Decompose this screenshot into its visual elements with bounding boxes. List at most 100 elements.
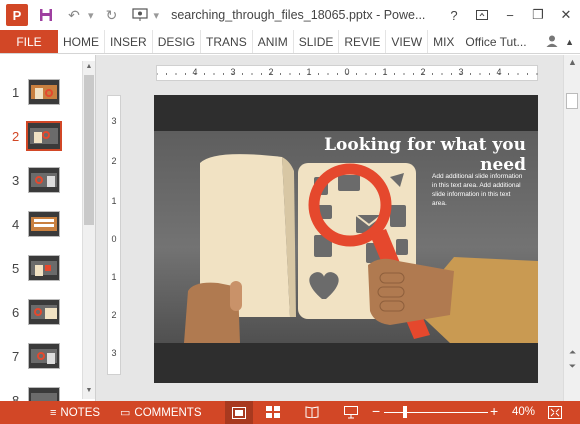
vertical-ruler: 3 2 1 0 1 2 3 [107, 95, 121, 375]
zoom-slider[interactable] [384, 412, 488, 413]
slide-thumbnail-7[interactable]: 7 [0, 343, 84, 383]
title-bar: P ↶ ▾ ↻ ▾ searching_through_files_18065.… [0, 0, 580, 30]
slide-thumbnail-5[interactable]: 5 [0, 255, 84, 295]
thumbnail-image[interactable] [28, 387, 60, 401]
ruler-label: 1 [382, 67, 388, 77]
ruler-label: 4 [192, 67, 198, 77]
ruler-label: 0 [344, 67, 350, 77]
ribbon-tabs: FILE HOME INSER DESIG TRANS ANIM SLIDE R… [0, 30, 580, 54]
tab-view[interactable]: VIEW [386, 30, 429, 53]
collapse-ribbon-icon[interactable]: ▲ [565, 37, 574, 47]
ruler-label: 3 [458, 67, 464, 77]
slide-title[interactable]: Looking for what you need [294, 135, 526, 175]
comments-label: COMMENTS [134, 406, 202, 419]
next-slide-icon[interactable]: ⏷ [567, 361, 578, 372]
ruler-label: 2 [268, 67, 274, 77]
thumbnail-image[interactable] [28, 167, 60, 193]
scroll-up-icon[interactable]: ▲ [567, 57, 578, 67]
slide-thumbnail-1[interactable]: 1 [0, 79, 84, 119]
reading-view-icon[interactable] [305, 406, 319, 421]
ruler-label: 1 [111, 196, 117, 206]
slide-show-icon[interactable] [344, 406, 358, 422]
scroll-up-icon[interactable]: ▲ [84, 61, 94, 73]
slide-number: 7 [12, 349, 20, 364]
undo-icon[interactable]: ↶ [64, 5, 84, 25]
ribbon-display-options-icon[interactable] [468, 0, 496, 30]
slide-body-text[interactable]: Add additional slide information in this… [432, 172, 524, 208]
tab-review[interactable]: REVIE [339, 30, 387, 53]
zoom-slider-thumb[interactable] [402, 406, 407, 418]
customize-toolbar-icon[interactable]: ▾ [154, 9, 160, 22]
tab-insert[interactable]: INSER [105, 30, 153, 53]
notes-icon: ≡ [50, 406, 57, 419]
thumbnail-image[interactable] [26, 121, 62, 151]
slide-number: 5 [12, 261, 20, 276]
slide-number: 2 [12, 129, 20, 144]
tab-mix[interactable]: MIX [428, 30, 459, 53]
slide-canvas[interactable]: Looking for what you need Add additional… [154, 95, 538, 383]
ruler-label: 1 [111, 272, 117, 282]
zoom-in-button[interactable]: + [490, 403, 498, 419]
ruler-label: 2 [111, 310, 117, 320]
fit-slide-icon[interactable] [548, 406, 562, 422]
scrollbar-thumb[interactable] [84, 75, 94, 225]
thumbnail-image[interactable] [28, 343, 60, 369]
ruler-label: 3 [111, 116, 117, 126]
slide-thumbnail-2[interactable]: 2 [0, 121, 84, 163]
slide-thumbnail-3[interactable]: 3 [0, 167, 84, 207]
powerpoint-window: P ↶ ▾ ↻ ▾ searching_through_files_18065.… [0, 0, 580, 424]
zoom-level[interactable]: 40% [512, 406, 535, 418]
normal-view-icon[interactable] [225, 401, 253, 424]
thumbnail-scrollbar[interactable]: ▲ ▼ [82, 61, 95, 399]
powerpoint-logo-icon[interactable]: P [6, 4, 28, 26]
slide-scrollbar[interactable]: ▲ ⏶ ⏷ [563, 55, 580, 401]
scrollbar-thumb[interactable] [566, 93, 578, 109]
slide-number: 8 [12, 393, 20, 401]
account-name[interactable]: Office Tut... [465, 30, 526, 53]
ruler-label: 2 [111, 156, 117, 166]
slide-number: 4 [12, 217, 20, 232]
ruler-label: 3 [230, 67, 236, 77]
ruler-label: 4 [496, 67, 502, 77]
scroll-down-icon[interactable]: ▼ [84, 385, 94, 397]
ruler-label: 0 [111, 234, 117, 244]
thumbnail-image[interactable] [28, 299, 60, 325]
slide-thumbnail-8[interactable]: 8 [0, 387, 84, 401]
slide-thumbnail-4[interactable]: 4 [0, 211, 84, 251]
workspace: 1 2 3 4 5 6 7 8 ▲ ▼ 4 3 2 1 0 1 2 3 4 3 … [0, 55, 580, 401]
tab-slide-show[interactable]: SLIDE [294, 30, 340, 53]
slide-sorter-icon[interactable] [266, 406, 280, 421]
slide-thumbnail-6[interactable]: 6 [0, 299, 84, 339]
tab-animations[interactable]: ANIM [253, 30, 294, 53]
tab-home[interactable]: HOME [58, 30, 105, 53]
notes-button[interactable]: ≡ NOTES [50, 407, 100, 419]
slide-thumbnail-pane: 1 2 3 4 5 6 7 8 ▲ ▼ [0, 55, 96, 401]
comment-icon: ▭ [120, 407, 131, 419]
previous-slide-icon[interactable]: ⏶ [567, 347, 578, 358]
restore-button[interactable]: ❐ [524, 0, 552, 30]
user-icon[interactable] [545, 34, 559, 51]
document-title: searching_through_files_18065.pptx - Pow… [171, 8, 426, 22]
notes-label: NOTES [60, 406, 101, 419]
tab-transitions[interactable]: TRANS [201, 30, 253, 53]
slide-number: 1 [12, 85, 20, 100]
status-bar: ≡ NOTES ▭ COMMENTS − + 40% [0, 401, 580, 424]
thumbnail-image[interactable] [28, 79, 60, 105]
save-icon[interactable] [36, 5, 56, 25]
tab-design[interactable]: DESIG [153, 30, 202, 53]
thumbnail-image[interactable] [28, 255, 60, 281]
slide-number: 3 [12, 173, 20, 188]
help-icon[interactable]: ? [440, 0, 468, 30]
comments-button[interactable]: ▭ COMMENTS [120, 406, 202, 420]
tab-file[interactable]: FILE [0, 30, 58, 53]
undo-dropdown-icon[interactable]: ▾ [88, 9, 94, 22]
present-from-start-icon[interactable] [130, 5, 150, 25]
ruler-label: 3 [111, 348, 117, 358]
thumbnail-image[interactable] [28, 211, 60, 237]
redo-icon[interactable]: ↻ [102, 5, 122, 25]
ruler-label: 1 [306, 67, 312, 77]
minimize-button[interactable]: − [496, 0, 524, 30]
close-button[interactable]: ✕ [552, 0, 580, 30]
zoom-out-button[interactable]: − [372, 403, 380, 419]
horizontal-ruler: 4 3 2 1 0 1 2 3 4 [156, 65, 538, 81]
